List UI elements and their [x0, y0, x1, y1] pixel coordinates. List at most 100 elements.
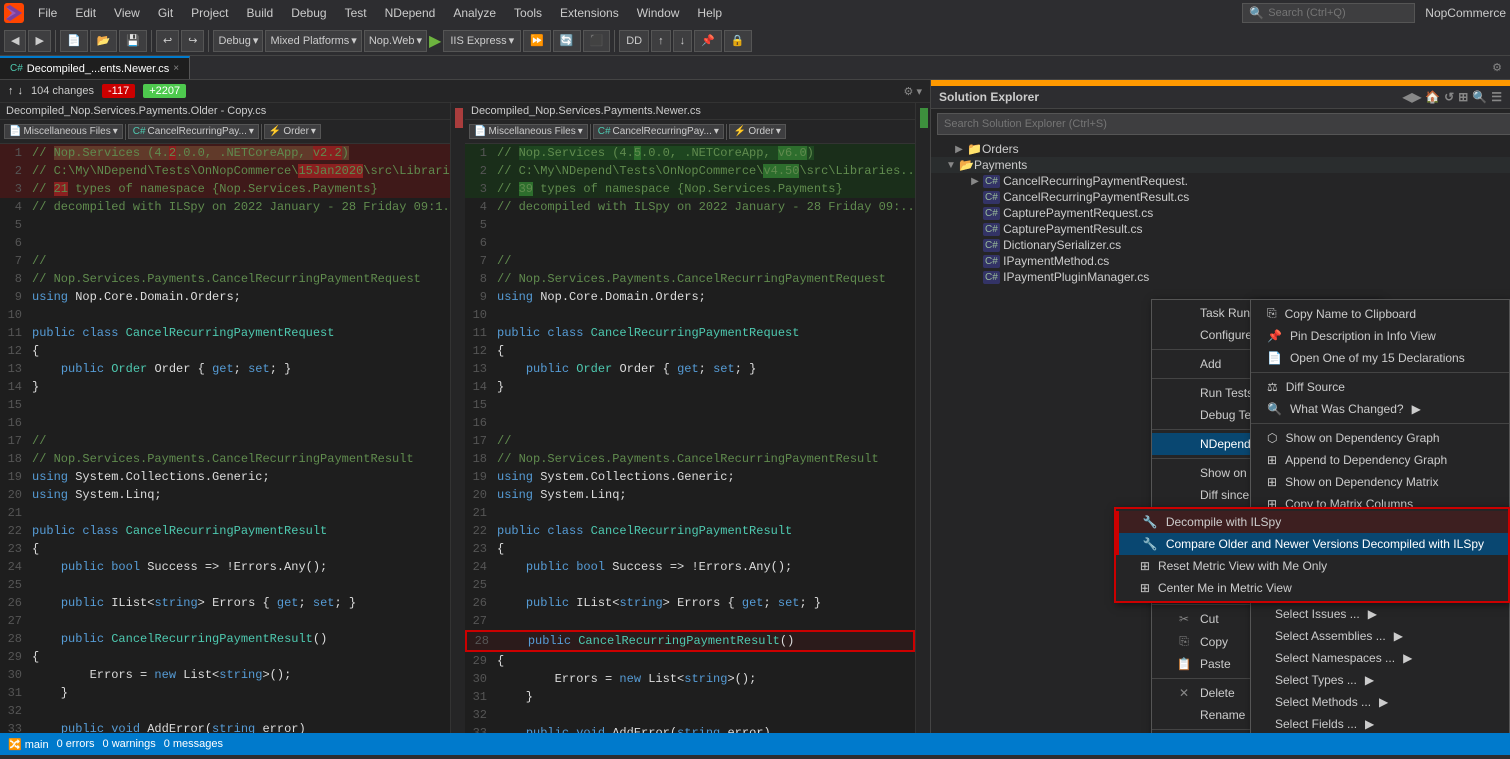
menu-test[interactable]: Test — [337, 4, 375, 22]
diff-settings-btn[interactable]: ⚙ ▾ — [904, 85, 922, 98]
right-code-content[interactable]: 1// Nop.Services (4.5.0.0, .NETCoreApp, … — [465, 144, 915, 733]
git-branch[interactable]: 🔀 main — [8, 738, 49, 751]
open-btn[interactable]: 📂 — [90, 30, 118, 52]
lock-btn[interactable]: 🔒 — [724, 30, 752, 52]
stop-btn[interactable]: ⬛ — [583, 30, 611, 52]
tree-item-label: CapturePaymentRequest.cs — [1003, 206, 1153, 220]
project-label: Nop.Web — [369, 35, 415, 47]
forward-btn[interactable]: ▶ — [28, 30, 50, 52]
attach-btn[interactable]: ⏩ — [523, 30, 551, 52]
pin-btn[interactable]: 📌 — [694, 30, 722, 52]
reload-btn[interactable]: 🔄 — [553, 30, 581, 52]
code-line: 17// — [465, 432, 915, 450]
tab-close-btn[interactable]: × — [173, 63, 179, 74]
right-class-btn[interactable]: C# CancelRecurringPay... ▾ — [593, 124, 724, 139]
tree-item-dict[interactable]: C# DictionarySerializer.cs — [931, 237, 1510, 253]
additions-badge: +2207 — [143, 84, 186, 98]
back-btn[interactable]: ◀ — [4, 30, 26, 52]
prev-change-btn[interactable]: ↑ — [8, 85, 14, 97]
tree-item-ipayment[interactable]: C# IPaymentMethod.cs — [931, 253, 1510, 269]
code-line: 6 — [0, 234, 450, 252]
tree-item-orders[interactable]: ▶ 📁 Orders — [931, 141, 1510, 157]
debug-config-dropdown[interactable]: Debug ▾ — [213, 30, 263, 52]
se-btn-1[interactable]: ◀▶ — [1403, 90, 1421, 104]
menu-extensions[interactable]: Extensions — [552, 4, 627, 22]
extra-btn3[interactable]: ↓ — [673, 30, 693, 52]
menu-analyze[interactable]: Analyze — [445, 4, 504, 22]
extra-btn2[interactable]: ↑ — [651, 30, 671, 52]
ndepend-select-assemblies[interactable]: Select Assemblies ... ▶ — [1251, 625, 1509, 647]
right-scrollbar[interactable] — [916, 103, 930, 733]
code-line: 8// Nop.Services.Payments.CancelRecurrin… — [0, 270, 450, 288]
ctx-label: Rename — [1200, 708, 1245, 722]
tab-gear-btn[interactable]: ⚙ — [1484, 56, 1510, 79]
tree-item-capture-res[interactable]: C# CapturePaymentResult.cs — [931, 221, 1510, 237]
se-search-input[interactable] — [937, 113, 1510, 135]
ilspy-reset-metric[interactable]: ⊞ Reset Metric View with Me Only — [1116, 555, 1508, 577]
ndepend-pin-desc[interactable]: 📌 Pin Description in Info View — [1251, 325, 1509, 347]
se-btn-6[interactable]: ☰ — [1491, 90, 1502, 104]
right-file-btn[interactable]: 📄 Miscellaneous Files ▾ — [469, 124, 588, 139]
tree-item-iplugin[interactable]: C# IPaymentPluginManager.cs — [931, 269, 1510, 285]
se-btn-2[interactable]: 🏠 — [1425, 90, 1440, 104]
ilspy-compare[interactable]: 🔧 Compare Older and Newer Versions Decom… — [1116, 533, 1508, 555]
se-btn-4[interactable]: ⊞ — [1458, 90, 1468, 104]
ndepend-diff-source[interactable]: ⚖ Diff Source — [1251, 376, 1509, 398]
ndepend-select-methods[interactable]: Select Methods ... ▶ — [1251, 691, 1509, 713]
extra-btn1[interactable]: DD — [619, 30, 649, 52]
ndepend-show-matrix[interactable]: ⊞ Show on Dependency Matrix — [1251, 471, 1509, 493]
undo-btn[interactable]: ↩ — [156, 30, 179, 52]
menu-window[interactable]: Window — [629, 4, 688, 22]
ndepend-declarations[interactable]: 📄 Open One of my 15 Declarations — [1251, 347, 1509, 369]
menu-build[interactable]: Build — [239, 4, 282, 22]
ndepend-select-fields[interactable]: Select Fields ... ▶ — [1251, 713, 1509, 733]
menu-tools[interactable]: Tools — [506, 4, 550, 22]
save-btn[interactable]: 💾 — [119, 30, 147, 52]
ndepend-what-changed[interactable]: 🔍 What Was Changed? ▶ — [1251, 398, 1509, 420]
ndepend-item-label: Append to Dependency Graph — [1285, 453, 1447, 467]
left-file-btn[interactable]: 📄 Miscellaneous Files ▾ — [4, 124, 123, 139]
ilspy-center[interactable]: ⊞ Center Me in Metric View — [1116, 577, 1508, 599]
global-search-box[interactable]: 🔍 — [1242, 3, 1415, 23]
next-change-btn[interactable]: ↓ — [18, 85, 24, 97]
ilspy-submenu[interactable]: 🔧 Decompile with ILSpy 🔧 Compare Older a… — [1114, 507, 1510, 603]
tree-item-cancelresult[interactable]: C# CancelRecurringPaymentResult.cs — [931, 189, 1510, 205]
project-dropdown[interactable]: Nop.Web ▾ — [364, 30, 427, 52]
menu-project[interactable]: Project — [183, 4, 236, 22]
iis-btn[interactable]: IIS Express ▾ — [443, 30, 521, 52]
left-class-btn[interactable]: C# CancelRecurringPay... ▾ — [128, 124, 259, 139]
right-member-btn[interactable]: ⚡ Order ▾ — [729, 124, 786, 139]
code-line: 22public class CancelRecurringPaymentRes… — [0, 522, 450, 540]
redo-btn[interactable]: ↪ — [181, 30, 204, 52]
se-btn-3[interactable]: ↺ — [1444, 90, 1454, 104]
left-member-btn[interactable]: ⚡ Order ▾ — [264, 124, 321, 139]
platform-dropdown[interactable]: Mixed Platforms ▾ — [265, 30, 361, 52]
tree-item-payments[interactable]: ▼ 📂 Payments — [931, 157, 1510, 173]
search-input[interactable] — [1268, 7, 1408, 19]
ilspy-decompile[interactable]: 🔧 Decompile with ILSpy — [1116, 511, 1508, 533]
left-scrollbar[interactable] — [451, 103, 465, 733]
ndepend-show-dep-graph[interactable]: ⬡ Show on Dependency Graph — [1251, 427, 1509, 449]
run-btn[interactable]: ▶ — [429, 31, 441, 51]
ndepend-sep-1 — [1251, 372, 1509, 373]
code-line: 20using System.Linq; — [465, 486, 915, 504]
left-code-content[interactable]: 1// Nop.Services (4.2.0.0, .NETCoreApp, … — [0, 144, 450, 733]
ndepend-copy-name[interactable]: ⎘ Copy Name to Clipboard — [1251, 302, 1509, 325]
menu-git[interactable]: Git — [150, 4, 181, 22]
active-tab[interactable]: C# Decompiled_...ents.Newer.cs × — [0, 56, 190, 79]
menu-file[interactable]: File — [30, 4, 65, 22]
menu-ndepend[interactable]: NDepend — [377, 4, 444, 22]
ndepend-append-dep-graph[interactable]: ⊞ Append to Dependency Graph — [1251, 449, 1509, 471]
ndepend-select-issues[interactable]: Select Issues ... ▶ — [1251, 603, 1509, 625]
se-btn-5[interactable]: 🔍 — [1472, 90, 1487, 104]
menu-debug[interactable]: Debug — [283, 4, 334, 22]
menu-edit[interactable]: Edit — [67, 4, 104, 22]
menu-view[interactable]: View — [106, 4, 148, 22]
ndepend-select-namespaces[interactable]: Select Namespaces ... ▶ — [1251, 647, 1509, 669]
tree-item-cancelrecurring[interactable]: ▶ C# CancelRecurringPaymentRequest. — [931, 173, 1510, 189]
ndepend-select-types[interactable]: Select Types ... ▶ — [1251, 669, 1509, 691]
cs-file-icon: C# — [983, 239, 1000, 252]
menu-help[interactable]: Help — [689, 4, 730, 22]
new-file-btn[interactable]: 📄 — [60, 30, 88, 52]
tree-item-capture-req[interactable]: C# CapturePaymentRequest.cs — [931, 205, 1510, 221]
